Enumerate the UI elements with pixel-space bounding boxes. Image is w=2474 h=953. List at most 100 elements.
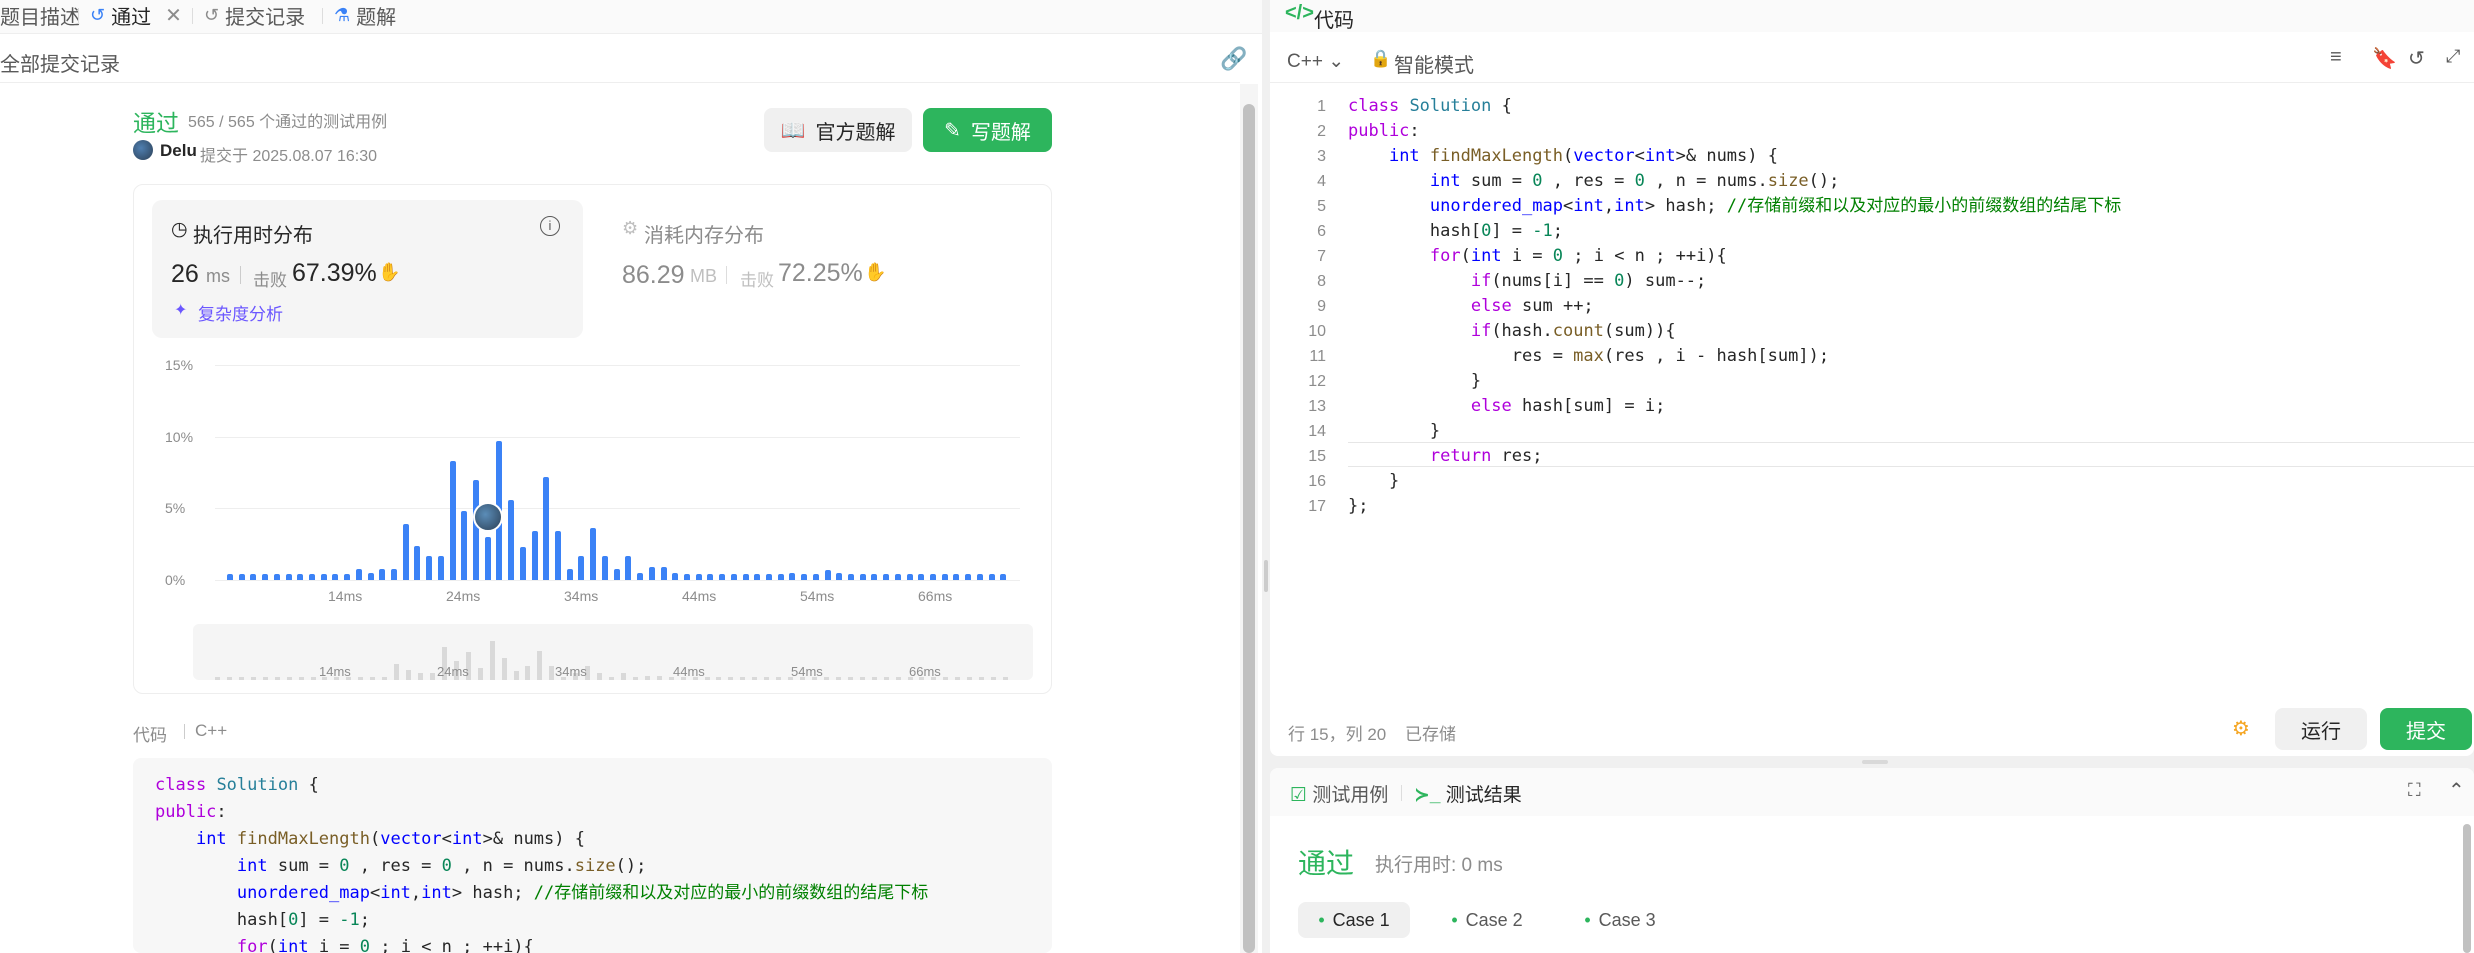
chart-bar[interactable] — [519, 547, 526, 580]
chart-bar[interactable] — [601, 555, 608, 580]
submit-button[interactable]: 提交 — [2380, 708, 2472, 750]
write-solution-button[interactable]: ✎ 写题解 — [923, 108, 1052, 152]
chart-bar[interactable] — [707, 574, 714, 580]
case-tab[interactable]: • Case 3 — [1564, 902, 1676, 938]
code-line[interactable]: public: — [1348, 119, 2458, 144]
language-select[interactable]: C++ ⌄ — [1287, 50, 1344, 73]
chart-bar[interactable] — [1000, 574, 1007, 580]
left-scrollbar[interactable] — [1240, 84, 1258, 953]
code-editor[interactable]: class Solution {public: int findMaxLengt… — [1348, 94, 2458, 519]
fullscreen-icon[interactable]: ⛶ — [2408, 780, 2421, 801]
chart-bar[interactable] — [473, 479, 480, 580]
tab-testcases[interactable]: ☑ 测试用例 — [1290, 780, 1388, 807]
chart-bar[interactable] — [648, 567, 655, 580]
chart-bar[interactable] — [625, 555, 632, 580]
chart-bar[interactable] — [297, 574, 304, 580]
code-line[interactable]: } — [1348, 369, 2458, 394]
chart-bar[interactable] — [859, 574, 866, 580]
chart-bar[interactable] — [754, 574, 761, 580]
chart-bar[interactable] — [262, 574, 269, 580]
tab-description[interactable]: 题目描述 — [0, 0, 80, 30]
tab-submissions[interactable]: ↺ 提交记录 — [204, 0, 305, 30]
code-line[interactable]: hash[0] = -1; — [1348, 219, 2458, 244]
chart-bar[interactable] — [988, 574, 995, 580]
chart-bar[interactable] — [355, 568, 362, 580]
code-line[interactable]: class Solution { — [1348, 94, 2458, 119]
chart-bar[interactable] — [929, 574, 936, 580]
case-tab[interactable]: • Case 1 — [1298, 902, 1410, 938]
runtime-chart[interactable]: 15% 10% 5% 0% 14ms 24ms 34ms 44ms 54ms 66ms — [160, 355, 1030, 605]
code-line[interactable]: } — [1348, 469, 2458, 494]
code-line[interactable]: } — [1348, 419, 2458, 444]
chart-bar[interactable] — [906, 574, 913, 580]
chart-bar[interactable] — [285, 574, 292, 580]
results-scrollbar[interactable] — [2460, 820, 2474, 953]
chart-bar[interactable] — [250, 574, 257, 580]
code-line[interactable]: if(hash.count(sum)){ — [1348, 319, 2458, 344]
chart-bar[interactable] — [484, 537, 491, 580]
code-line[interactable]: int findMaxLength(vector<int>& nums) { — [1348, 144, 2458, 169]
my-submission-avatar[interactable] — [472, 501, 503, 532]
chart-bar[interactable] — [695, 574, 702, 580]
chart-bar[interactable] — [894, 574, 901, 580]
code-line[interactable]: }; — [1348, 494, 2458, 519]
code-line[interactable]: else sum ++; — [1348, 294, 2458, 319]
chart-bar[interactable] — [437, 555, 444, 580]
chart-bar[interactable] — [367, 572, 374, 580]
chart-bar[interactable] — [555, 531, 562, 580]
case-tab[interactable]: • Case 2 — [1431, 902, 1543, 938]
mode-select[interactable]: 智能模式 — [1394, 49, 1474, 78]
chart-bar[interactable] — [379, 568, 386, 580]
chart-bar[interactable] — [941, 574, 948, 580]
chart-bar[interactable] — [847, 574, 854, 580]
info-icon[interactable]: i — [540, 216, 560, 236]
chart-bar[interactable] — [965, 574, 972, 580]
close-icon[interactable]: ✕ — [165, 3, 182, 28]
chart-bar[interactable] — [836, 572, 843, 580]
avatar[interactable] — [133, 140, 153, 160]
chart-bar[interactable] — [789, 572, 796, 580]
chart-bar[interactable] — [332, 574, 339, 580]
minimap-chart[interactable]: 14ms 24ms 34ms 44ms 54ms 66ms — [193, 624, 1033, 680]
chart-bar[interactable] — [976, 574, 983, 580]
expand-icon[interactable]: ⤢ — [2446, 46, 2460, 67]
tab-passed[interactable]: ↺ 通过 ✕ — [90, 0, 182, 30]
chart-bar[interactable] — [391, 568, 398, 580]
chart-bar[interactable] — [402, 524, 409, 580]
chart-bar[interactable] — [531, 531, 538, 580]
chart-bar[interactable] — [227, 574, 233, 580]
chart-bar[interactable] — [637, 572, 644, 580]
chart-bar[interactable] — [426, 555, 433, 580]
chart-bar[interactable] — [719, 574, 726, 580]
tab-solutions[interactable]: ⚗ 题解 — [334, 0, 396, 30]
chart-bar[interactable] — [812, 574, 819, 580]
chart-bar[interactable] — [883, 574, 890, 580]
username[interactable]: Delu — [160, 141, 197, 161]
run-button[interactable]: 运行 — [2275, 708, 2367, 750]
chart-bar[interactable] — [414, 545, 421, 580]
chart-bar[interactable] — [918, 574, 925, 580]
chart-bar[interactable] — [660, 567, 667, 580]
chevron-up-icon[interactable]: ⌃ — [2448, 778, 2465, 803]
chart-bar[interactable] — [730, 574, 737, 580]
chart-bar[interactable] — [461, 511, 468, 580]
vertical-splitter[interactable] — [1262, 0, 1270, 953]
code-line[interactable]: int sum = 0 , res = 0 , n = nums.size(); — [1348, 169, 2458, 194]
chart-bar[interactable] — [613, 568, 620, 580]
chart-bar[interactable] — [309, 574, 315, 580]
chart-bar[interactable] — [824, 569, 831, 580]
chart-bar[interactable] — [765, 574, 772, 580]
chart-bar[interactable] — [742, 574, 749, 580]
chart-bar[interactable] — [508, 499, 515, 580]
chart-bar[interactable] — [320, 574, 327, 580]
code-line[interactable]: return res; — [1348, 444, 2458, 469]
chart-bar[interactable] — [543, 476, 550, 580]
complexity-link[interactable]: 复杂度分析 — [198, 300, 283, 325]
official-solution-button[interactable]: 📖 官方题解 — [764, 108, 912, 152]
chart-bar[interactable] — [578, 555, 585, 580]
bookmark-icon[interactable]: 🔖 — [2372, 46, 2397, 71]
chart-bar[interactable] — [672, 572, 679, 580]
chart-bar[interactable] — [273, 574, 280, 580]
format-icon[interactable]: ≡ — [2330, 46, 2342, 69]
chart-bar[interactable] — [344, 574, 351, 580]
